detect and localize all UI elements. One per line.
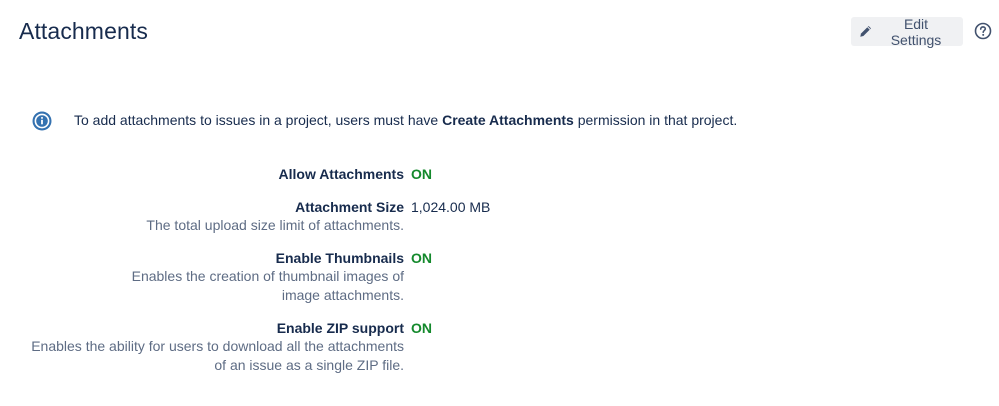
setting-label: Enable ZIP support [276,320,404,336]
info-icon [32,111,52,131]
help-icon[interactable] [974,22,992,40]
setting-value: ON [411,320,432,336]
setting-description: Enables the creation of thumbnail images… [131,268,404,303]
setting-description: Enables the ability for users to downloa… [31,338,404,373]
page-title: Attachments [19,18,148,44]
setting-label: Enable Thumbnails [275,250,404,266]
setting-value: ON [411,250,432,266]
info-text-before: To add attachments to issues in a projec… [74,112,443,128]
edit-settings-label: Edit Settings [890,15,942,48]
info-text-bold: Create Attachments [442,112,574,128]
setting-description: The total upload size limit of attachmen… [146,217,404,233]
info-message: To add attachments to issues in a projec… [74,112,737,128]
pencil-icon [859,25,872,38]
edit-settings-button[interactable]: Edit Settings [851,15,963,48]
info-text-after: permission in that project. [573,112,738,128]
setting-label: Allow Attachments [278,166,405,182]
setting-value: 1,024.00 MB [411,199,491,215]
setting-label: Attachment Size [295,199,404,215]
setting-value: ON [411,166,432,182]
